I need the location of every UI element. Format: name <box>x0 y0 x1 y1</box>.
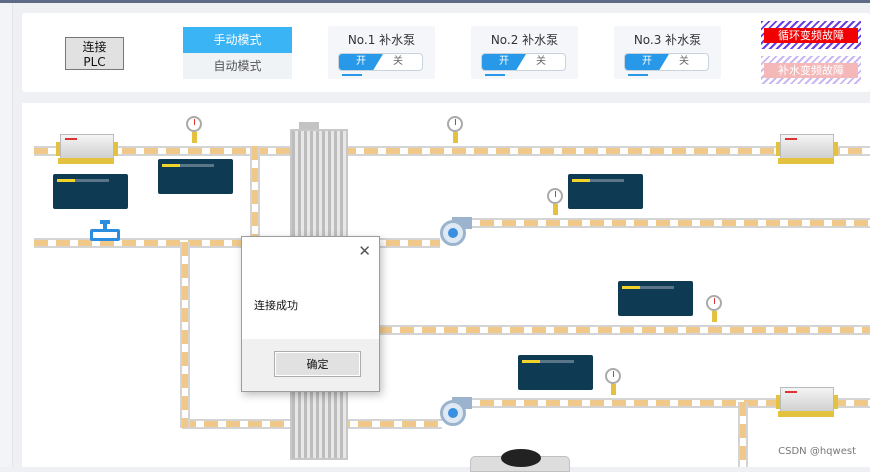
pressure-gauge-icon <box>185 116 205 148</box>
mode-selector: 手动模式 自动模式 <box>183 27 292 79</box>
message-dialog: ✕ 连接成功 确定 <box>241 236 380 392</box>
plate-heat-exchanger-1 <box>290 129 348 239</box>
pump-2-title: No.2 补水泵 <box>490 33 559 47</box>
pump-3-control: No.3 补水泵 开 关 <box>614 26 721 79</box>
pump-1-control: No.1 补水泵 开 关 <box>328 26 435 79</box>
makeup-fault-label: 补水变频故障 <box>764 63 858 78</box>
pressure-gauge-icon <box>446 116 466 148</box>
pressure-gauge-icon <box>705 295 725 327</box>
readout-display <box>518 355 593 390</box>
motor-unit-right-bottom <box>776 383 838 419</box>
pipe-pump-1-outlet <box>458 218 870 228</box>
left-sidebar-strip <box>0 3 13 467</box>
circulation-fault-label: 循环变频故障 <box>764 28 858 43</box>
pump-2-control: No.2 补水泵 开 关 <box>471 26 578 79</box>
pump-2-off[interactable]: 关 <box>517 54 565 70</box>
connect-plc-button[interactable]: 连接PLC <box>65 37 124 70</box>
pump-1-indicator <box>342 74 362 76</box>
plate-heat-exchanger-2 <box>290 388 348 460</box>
ok-button[interactable]: 确定 <box>274 351 361 377</box>
pump-2-indicator <box>485 74 505 76</box>
pressure-gauge-icon <box>546 188 566 220</box>
circulation-pump-2-icon[interactable] <box>440 400 466 426</box>
pump-3-off[interactable]: 关 <box>660 54 708 70</box>
motor-unit-right-top <box>776 130 838 166</box>
process-diagram-panel <box>22 103 870 472</box>
auto-mode-option[interactable]: 自动模式 <box>183 53 292 79</box>
readout-display <box>618 281 693 316</box>
pump-3-indicator <box>628 74 648 76</box>
pipe-vertical-3 <box>738 402 748 467</box>
pump-1-off[interactable]: 关 <box>374 54 422 70</box>
dialog-message: 连接成功 <box>254 299 298 312</box>
close-icon[interactable]: ✕ <box>358 243 371 259</box>
pump-1-switch[interactable]: 开 关 <box>338 53 423 71</box>
pipe-vertical-1 <box>250 146 260 244</box>
dialog-footer: 确定 <box>242 339 379 391</box>
cooling-tower <box>470 449 570 472</box>
circulation-pump-1-icon[interactable] <box>440 220 466 246</box>
pipe-vertical-2 <box>180 242 190 428</box>
pressure-gauge-icon <box>604 368 624 400</box>
pump-1-title: No.1 补水泵 <box>347 33 416 47</box>
pump-2-switch[interactable]: 开 关 <box>481 53 566 71</box>
pipe-lower-line <box>378 325 870 335</box>
manual-mode-option[interactable]: 手动模式 <box>183 27 292 53</box>
control-toolbar: 连接PLC 手动模式 自动模式 No.1 补水泵 开 关 No.2 补水泵 开 … <box>22 13 870 92</box>
makeup-fault-indicator: 补水变频故障 <box>761 56 861 84</box>
pump-3-switch[interactable]: 开 关 <box>624 53 709 71</box>
circulation-fault-indicator: 循环变频故障 <box>761 21 861 49</box>
pump-3-title: No.3 补水泵 <box>633 33 702 47</box>
readout-display <box>158 159 233 194</box>
cooling-fan-icon <box>501 449 541 467</box>
gate-valve-icon[interactable] <box>88 220 120 242</box>
window-top-border <box>0 0 870 3</box>
readout-display <box>53 174 128 209</box>
readout-display <box>568 174 643 209</box>
motor-unit-left <box>56 130 118 166</box>
watermark: CSDN @hqwest <box>778 446 856 457</box>
